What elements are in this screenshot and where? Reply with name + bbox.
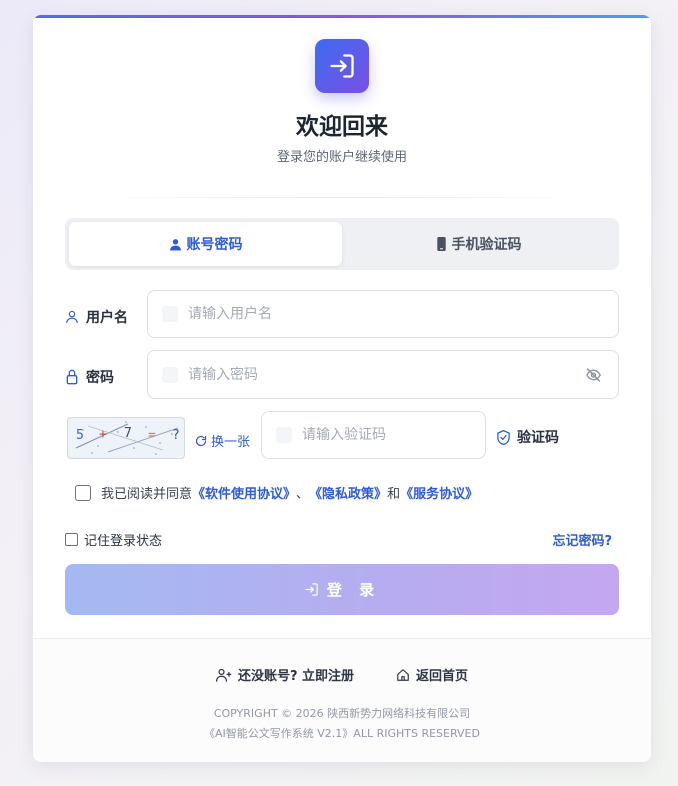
copyright-line-1: COPYRIGHT © 2026 陕西新势力网络科技有限公司: [213, 707, 471, 720]
phone-icon: [436, 237, 446, 251]
captcha-char: =: [148, 428, 156, 443]
lock-icon: [66, 369, 78, 385]
eye-off-icon[interactable]: [585, 367, 602, 383]
captcha-char: 5: [76, 428, 84, 443]
captcha-char: 7: [124, 426, 132, 441]
home-link[interactable]: 返回首页: [396, 665, 468, 684]
copyright-line-2: 《AI智能公文写作系统 V2.1》ALL RIGHTS RESERVED: [204, 727, 480, 740]
password-input[interactable]: [148, 350, 618, 399]
tab-label: 账号密码: [186, 237, 243, 253]
tab-phone-code[interactable]: 手机验证码: [342, 222, 615, 266]
captcha-verify-label: 验证码: [496, 427, 559, 447]
remember-checkbox[interactable]: [65, 533, 78, 546]
login-tabs: 账号密码 手机验证码: [65, 218, 619, 270]
home-icon: [397, 668, 409, 681]
user-icon: [169, 238, 181, 250]
username-field[interactable]: [147, 290, 619, 338]
agreement-row: 我已阅读并同意 《软件使用协议》 、 《隐私政策》 和 《服务协议》: [75, 483, 478, 502]
user-plus-icon: [215, 668, 232, 682]
remember-me[interactable]: 记住登录状态: [65, 530, 162, 549]
login-card: 欢迎回来 登录您的账户继续使用 账号密码 手机验证码 用户名 请输入用户名 密码…: [33, 15, 651, 762]
forgot-password-link[interactable]: 忘记密码?: [552, 530, 612, 549]
password-field[interactable]: [147, 350, 619, 399]
agreement-checkbox[interactable]: [75, 484, 91, 501]
service-agreement-link[interactable]: 《服务协议》: [400, 483, 478, 502]
privacy-policy-link[interactable]: 《隐私政策》: [309, 483, 387, 502]
register-link[interactable]: 还没账号? 立即注册: [215, 665, 354, 684]
divider: [93, 197, 591, 198]
tab-label: 手机验证码: [451, 237, 522, 253]
software-agreement-link[interactable]: 《软件使用协议》: [192, 483, 296, 502]
captcha-field[interactable]: [261, 411, 486, 459]
password-label: 密码: [65, 367, 114, 387]
card-footer: 还没账号? 立即注册 返回首页 COPYRIGHT © 2026 陕西新势力网络…: [33, 638, 651, 762]
input-icon-placeholder: [162, 366, 178, 383]
captcha-image[interactable]: 5 + 7 = ?: [67, 417, 185, 459]
sign-in-icon: [330, 54, 354, 78]
input-icon-placeholder: [276, 427, 292, 443]
login-logo: [315, 39, 369, 93]
page-title: 欢迎回来: [296, 114, 388, 140]
shield-check-icon: [497, 429, 510, 445]
refresh-icon: [195, 435, 207, 446]
footer-links: 还没账号? 立即注册 返回首页: [33, 665, 651, 684]
top-accent-bar: [33, 15, 651, 18]
captcha-char: ?: [172, 428, 180, 443]
refresh-captcha-button[interactable]: 换一张: [195, 431, 250, 450]
sign-in-icon: [305, 583, 318, 596]
input-icon-placeholder: [162, 306, 178, 322]
login-button[interactable]: 登 录: [65, 564, 619, 615]
username-label: 用户名: [65, 307, 128, 327]
user-outline-icon: [66, 310, 78, 323]
tab-account-password[interactable]: 账号密码: [69, 222, 342, 266]
page-subtitle: 登录您的账户继续使用: [276, 150, 407, 165]
captcha-char: +: [99, 427, 107, 442]
captcha-input[interactable]: [262, 411, 485, 459]
username-input[interactable]: [148, 290, 618, 338]
